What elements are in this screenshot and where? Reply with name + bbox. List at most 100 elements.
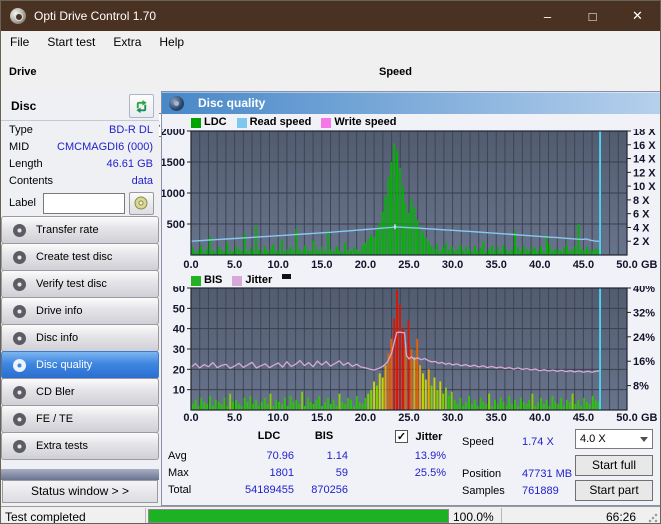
svg-text:6 X: 6 X <box>633 209 650 221</box>
legend-swatch <box>236 118 247 128</box>
svg-text:50.0: 50.0 <box>616 259 637 271</box>
maximize-button[interactable]: □ <box>570 1 615 31</box>
sidebar-item-create-test-disc[interactable]: Create test disc <box>1 243 159 271</box>
disc-label-input[interactable] <box>42 192 125 214</box>
sidebar-item-transfer-rate[interactable]: Transfer rate <box>1 216 159 244</box>
legend-item: Jitter <box>232 274 272 286</box>
svg-text:500: 500 <box>167 219 185 231</box>
minimize-button[interactable]: – <box>525 1 570 31</box>
svg-text:45.0: 45.0 <box>573 259 594 271</box>
sidebar-item-verify-test-disc[interactable]: Verify test disc <box>1 270 159 298</box>
disc-label-button[interactable] <box>128 191 154 215</box>
sidebar-item-extra-tests[interactable]: Extra tests <box>1 432 159 460</box>
menu-start-test[interactable]: Start test <box>38 32 104 52</box>
sidebar-item-cd-bler[interactable]: CD Bler <box>1 378 159 406</box>
disc-icon <box>13 412 26 426</box>
ldc-column-header: LDC <box>257 430 281 442</box>
ldc-chart: 500 1000 1500 2000 2 X 4 X6 X 8 X 10 X 12 X14 X 1… <box>162 129 658 271</box>
legend-swatch <box>321 118 332 128</box>
sidebar-item-fe-te[interactable]: FE / TE <box>1 405 159 433</box>
svg-text:5.0: 5.0 <box>227 259 242 271</box>
statusbar: Test completed 100.0% 66:26 <box>1 506 660 523</box>
menu-extra[interactable]: Extra <box>104 32 150 52</box>
menubar: File Start test Extra Help <box>1 31 660 53</box>
status-window-button[interactable]: Status window > > <box>2 480 158 503</box>
bis-chart-legend: BIS Jitter <box>191 273 292 286</box>
disc-icon <box>13 277 26 291</box>
bis-total-value: 870256 <box>311 484 348 496</box>
progress-fill <box>149 510 448 522</box>
titlebar: Opti Drive Control 1.70 – □ ✕ <box>1 1 660 31</box>
sidebar-item-disc-info[interactable]: Disc info <box>1 324 159 352</box>
page-title: Disc quality <box>198 96 266 110</box>
resize-grip[interactable] <box>648 513 658 523</box>
disc-label-label: Label <box>9 197 36 209</box>
test-speed-combo[interactable]: 4.0 X <box>575 429 653 449</box>
disc-panel-title: Disc <box>11 99 37 113</box>
jitter-avg-value: 13.9% <box>414 450 446 462</box>
toolbar: Drive (J:) ATAPI iHBS312 2 PL17 Speed 4.… <box>1 53 660 138</box>
close-button[interactable]: ✕ <box>615 1 660 31</box>
legend-swatch <box>232 276 243 286</box>
svg-text:35.0: 35.0 <box>485 259 506 271</box>
jitter-checkbox[interactable]: ✓ <box>395 430 408 443</box>
speed-label: Speed <box>379 66 413 78</box>
svg-text:18 X: 18 X <box>633 129 656 138</box>
progress-bar <box>148 509 449 523</box>
svg-text:30.0: 30.0 <box>442 259 463 271</box>
svg-text:2000: 2000 <box>162 129 185 138</box>
svg-text:GB: GB <box>641 412 658 424</box>
disc-icon <box>13 223 26 237</box>
ldc-chart-legend: LDC Read speed Write speed <box>191 115 397 128</box>
bis-avg-value: 1.14 <box>326 450 348 462</box>
disc-icon <box>13 439 26 453</box>
bis-jitter-chart: 10 20 30 40 50 60 8% 16% 24% 32% 40% 0.0 5.0 10.0 15.0… <box>173 286 658 424</box>
disc-contents-row: Contents data <box>9 175 153 190</box>
svg-text:50: 50 <box>173 303 185 315</box>
sidebar: Disc Type BD-R DL MID CMCMAGDI6 (000) Le… <box>1 91 159 506</box>
bis-max-value: 59 <box>335 467 348 479</box>
disc-icon <box>13 250 26 264</box>
svg-text:1500: 1500 <box>162 157 185 169</box>
svg-text:40.0: 40.0 <box>529 412 550 424</box>
start-part-button[interactable]: Start part <box>575 480 653 501</box>
menu-file[interactable]: File <box>1 32 38 52</box>
svg-text:35.0: 35.0 <box>485 412 506 424</box>
total-row-label: Total <box>168 484 192 496</box>
menu-help[interactable]: Help <box>150 32 193 52</box>
disc-contents-value: data <box>131 175 153 187</box>
svg-text:15.0: 15.0 <box>311 412 332 424</box>
chevron-down-icon <box>640 436 648 442</box>
cd-icon <box>134 196 148 210</box>
disc-refresh-button[interactable] <box>129 94 154 118</box>
svg-text:8 X: 8 X <box>633 195 650 207</box>
sidebar-item-label: FE / TE <box>36 413 74 425</box>
position-info-label: Position <box>462 468 502 480</box>
disc-icon <box>13 358 26 372</box>
svg-text:24%: 24% <box>633 332 655 344</box>
speed-info-value: 1.74 X <box>522 436 554 448</box>
disc-mid-label: MID <box>9 141 30 153</box>
svg-text:2 X: 2 X <box>633 236 650 248</box>
sidebar-gradient-strip <box>1 469 159 480</box>
refresh-icon <box>136 99 147 113</box>
legend-item: Read speed <box>236 116 311 128</box>
svg-text:GB: GB <box>641 259 658 271</box>
svg-text:16%: 16% <box>633 356 655 368</box>
start-full-button[interactable]: Start full <box>575 455 653 476</box>
sidebar-item-label: Drive info <box>36 305 83 317</box>
sidebar-item-drive-info[interactable]: Drive info <box>1 297 159 325</box>
disc-panel: Disc Type BD-R DL MID CMCMAGDI6 (000) Le… <box>1 91 159 217</box>
disc-type-value: BD-R DL <box>108 124 153 136</box>
disc-length-value: 46.61 GB <box>106 158 153 170</box>
app-disc-icon <box>10 8 26 24</box>
svg-text:5.0: 5.0 <box>227 412 242 424</box>
samples-info-label: Samples <box>462 485 505 497</box>
svg-text:15.0: 15.0 <box>311 259 332 271</box>
svg-text:60: 60 <box>173 286 185 295</box>
disc-quality-icon <box>169 95 184 111</box>
sidebar-item-label: Extra tests <box>36 440 88 452</box>
svg-text:40: 40 <box>173 324 185 336</box>
max-row-label: Max <box>168 467 189 479</box>
sidebar-item-disc-quality[interactable]: Disc quality <box>1 351 159 379</box>
